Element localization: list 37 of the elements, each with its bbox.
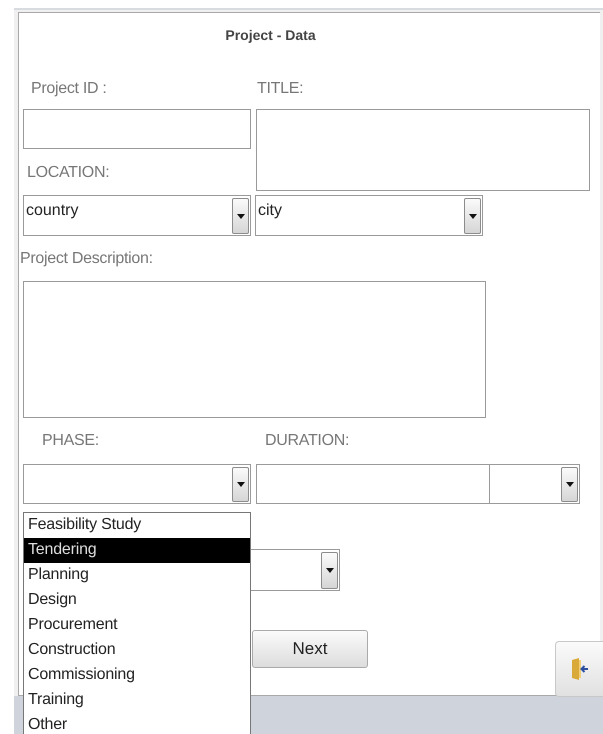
door-exit-icon xyxy=(570,658,588,680)
caret-icon xyxy=(236,482,244,487)
dropdown-option[interactable]: Feasibility Study xyxy=(24,513,250,538)
dropdown-button[interactable] xyxy=(232,467,249,502)
next-button[interactable]: Next xyxy=(252,630,368,668)
field-label: TITLE: xyxy=(257,79,304,99)
caret-icon xyxy=(236,214,244,218)
dropdown-option[interactable]: Tendering xyxy=(24,538,250,563)
select-value: country xyxy=(25,201,78,221)
dropdown-option[interactable]: Commissioning xyxy=(24,663,250,688)
dropdown-button[interactable] xyxy=(232,198,249,234)
title-field[interactable] xyxy=(256,109,590,191)
dropdown-option[interactable]: Planning xyxy=(24,563,250,588)
dropdown-option[interactable]: Construction xyxy=(24,638,250,663)
window-title: Project - Data xyxy=(224,26,317,45)
field-label: Project ID : xyxy=(31,79,108,99)
field-label: LOCATION: xyxy=(27,163,110,183)
field-label: Project Description: xyxy=(20,249,154,269)
dropdown-button[interactable] xyxy=(321,552,338,589)
dropdown-option[interactable]: Design xyxy=(24,588,250,613)
caret-icon xyxy=(326,568,334,573)
description-field[interactable] xyxy=(23,281,486,418)
city-dropdown[interactable]: city xyxy=(255,195,483,236)
field-label: DURATION: xyxy=(265,431,350,451)
dropdown-button[interactable] xyxy=(561,467,578,502)
project-id-field[interactable] xyxy=(23,109,251,149)
country-dropdown[interactable]: country xyxy=(23,195,251,236)
exit-button[interactable] xyxy=(555,641,603,697)
dropdown-option[interactable]: Other xyxy=(24,713,250,734)
caret-icon xyxy=(566,482,574,487)
dropdown-button[interactable] xyxy=(464,198,481,234)
caret-icon xyxy=(468,214,476,218)
duration-field[interactable] xyxy=(256,464,490,504)
dropdown-option[interactable]: Training xyxy=(24,688,250,713)
field-label: PHASE: xyxy=(42,431,100,451)
select-value: city xyxy=(257,201,282,221)
dropdown-option[interactable]: Procurement xyxy=(24,613,250,638)
